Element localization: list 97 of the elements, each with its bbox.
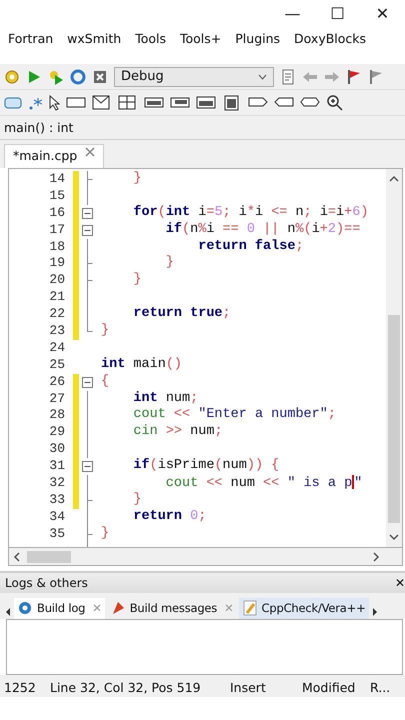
fold-line xyxy=(87,238,88,256)
close-button[interactable]: ✕ xyxy=(360,0,405,28)
log-tab[interactable]: CppCheck/Vera++ xyxy=(238,598,369,619)
pointer-icon[interactable] xyxy=(48,94,60,110)
fold-toggle-icon[interactable] xyxy=(82,208,93,219)
menu-item[interactable]: Tools xyxy=(135,28,166,50)
panel-title: Logs & others xyxy=(5,575,88,592)
code-line: if(n%i == 0 || n%(i+2)== xyxy=(164,222,360,237)
log-tab[interactable]: Build log ✕ xyxy=(14,598,105,619)
line-number: 21 xyxy=(48,289,66,306)
code-line: int num; xyxy=(132,390,198,406)
line-number: 35 xyxy=(48,526,66,543)
code-line: if(isPrime(num)) { xyxy=(132,458,280,474)
fold-end-mark xyxy=(87,171,93,188)
line-number: 26 xyxy=(48,374,66,391)
minimize-button[interactable]: — xyxy=(270,0,315,28)
line-number: 18 xyxy=(48,238,66,256)
menu-item[interactable]: wxSmith xyxy=(67,28,122,50)
line-number: 25 xyxy=(48,356,66,374)
refresh-icon[interactable] xyxy=(70,68,86,84)
fold-end-mark xyxy=(87,492,93,509)
line-number: 33 xyxy=(48,492,66,509)
status-field: Modified xyxy=(298,677,366,697)
fold-toggle-icon[interactable] xyxy=(82,224,93,236)
flag-icon[interactable] xyxy=(346,68,362,84)
line-number: 23 xyxy=(48,323,66,340)
line-number: 28 xyxy=(48,407,66,424)
code-line: } xyxy=(132,492,142,507)
maximize-button[interactable]: ☐ xyxy=(315,0,360,28)
file-tab[interactable]: *main.cpp xyxy=(4,144,104,168)
flag-icon[interactable] xyxy=(368,68,384,84)
line-number: 34 xyxy=(48,508,66,526)
status-field: R... xyxy=(366,677,396,697)
document-icon[interactable] xyxy=(280,68,296,84)
code-line: } xyxy=(132,171,142,186)
line-number: 22 xyxy=(48,306,66,324)
line-number: 16 xyxy=(48,204,66,222)
menu-item[interactable]: Tools+ xyxy=(180,28,222,50)
regex-icon[interactable] xyxy=(28,96,42,110)
code-line: for(int i=5; i*i <= n; i=i+6) xyxy=(132,204,368,220)
envelope-icon[interactable] xyxy=(92,94,112,111)
symbol-field[interactable]: main() : int xyxy=(0,116,405,140)
fold-end-mark xyxy=(87,323,93,332)
pencil-icon xyxy=(242,600,258,616)
fold-line xyxy=(87,188,88,205)
gear-icon[interactable] xyxy=(4,68,20,84)
code-line: cout << "Enter a number"; xyxy=(132,407,336,422)
menu-item[interactable]: DoxyBlocks xyxy=(294,28,366,50)
line-number: 17 xyxy=(48,222,66,239)
code-line: { xyxy=(101,374,110,389)
code-line: } xyxy=(101,323,110,338)
fold-toggle-icon[interactable] xyxy=(82,461,93,472)
match-case-icon[interactable] xyxy=(4,96,22,110)
build-target-dropdown[interactable]: Debug xyxy=(114,66,274,86)
line-number: 32 xyxy=(48,475,66,492)
caret-icon xyxy=(258,74,267,80)
scroll-up-icon[interactable] xyxy=(389,175,399,182)
line-number: 27 xyxy=(48,390,66,408)
close-icon[interactable] xyxy=(85,147,96,157)
scrollbar-thumb[interactable] xyxy=(26,550,70,562)
code-line: return 0; xyxy=(132,508,206,524)
code-line: } xyxy=(101,526,110,541)
fold-toggle-icon[interactable] xyxy=(82,376,93,388)
grid-icon[interactable] xyxy=(118,94,138,111)
line-number: 14 xyxy=(48,171,66,188)
fold-line xyxy=(87,475,88,492)
code-line: } xyxy=(132,272,142,288)
line-number: 29 xyxy=(48,424,66,442)
scrollbar-thumb[interactable] xyxy=(388,315,400,523)
gear-icon xyxy=(17,600,33,616)
close-button[interactable]: ✕ xyxy=(394,573,405,593)
scroll-right-icon[interactable] xyxy=(373,552,380,562)
scroll-down-icon[interactable] xyxy=(389,534,399,541)
scroll-left-icon[interactable] xyxy=(13,552,20,562)
play-icon[interactable] xyxy=(26,68,42,84)
menu-item[interactable]: Plugins xyxy=(235,28,280,50)
block-icon[interactable] xyxy=(196,94,216,111)
line-number: 30 xyxy=(48,441,66,458)
line-number: 31 xyxy=(48,458,66,476)
code-line: cin >> num; xyxy=(132,424,223,440)
code-line: cout << num << " is a p" xyxy=(164,476,362,491)
status-field: Insert xyxy=(226,677,298,697)
code-line: return false; xyxy=(197,238,304,254)
code-line: } xyxy=(164,255,174,270)
status-field: Line 32, Col 32, Pos 519 xyxy=(46,677,226,697)
line-number: 15 xyxy=(48,188,66,205)
status-field: 1252 xyxy=(0,677,46,697)
line-number: 24 xyxy=(48,340,66,357)
line-number: 20 xyxy=(48,272,66,290)
code-line: return true; xyxy=(132,306,231,322)
menu-item[interactable]: Fortran xyxy=(8,28,54,50)
fold-line xyxy=(87,508,88,526)
line-number: 19 xyxy=(48,255,66,272)
gear-play-icon[interactable] xyxy=(48,68,64,84)
stop-icon[interactable] xyxy=(92,68,108,84)
code-line: int main() xyxy=(101,356,182,372)
text-cursor xyxy=(352,475,354,490)
